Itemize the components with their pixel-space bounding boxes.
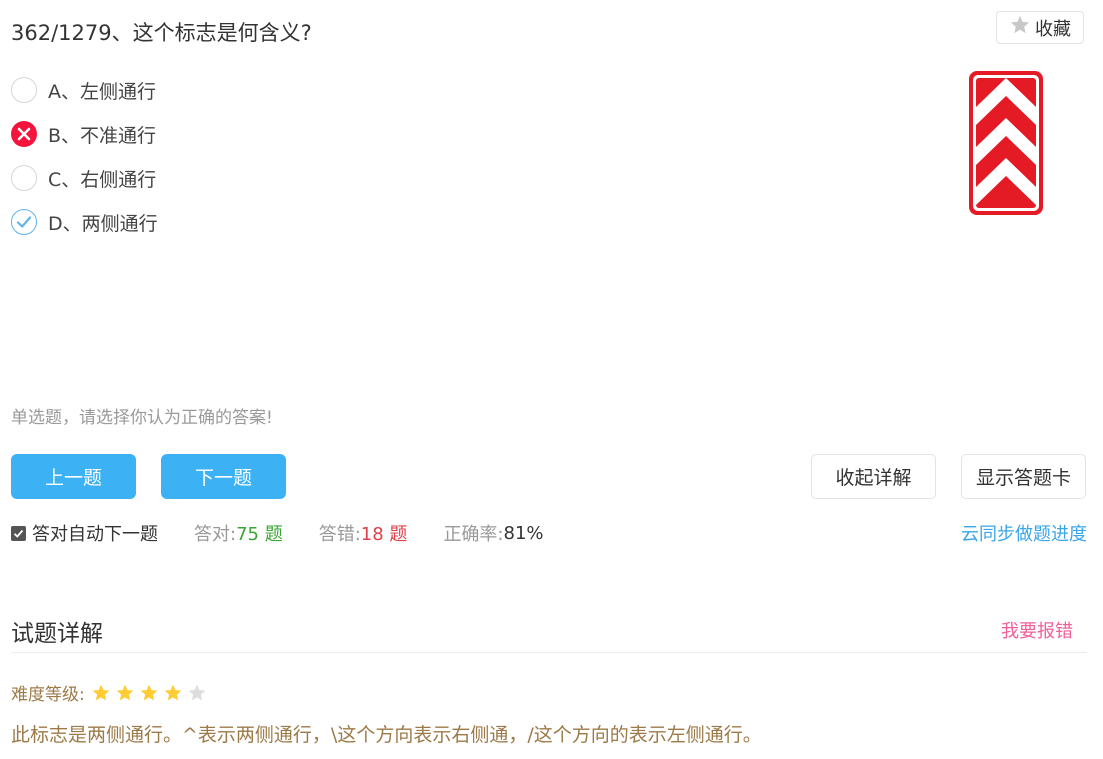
next-question-button[interactable]: 下一题: [161, 454, 286, 499]
favorite-label: 收藏: [1035, 18, 1071, 40]
auto-next-label[interactable]: 答对自动下一题: [32, 520, 158, 546]
option-label: C、右侧通行: [48, 168, 157, 191]
traffic-sign-image: [924, 63, 1088, 223]
star-empty-icon: [188, 684, 206, 700]
favorite-button[interactable]: 收藏: [996, 11, 1084, 44]
option-c[interactable]: C、右侧通行: [11, 164, 158, 192]
difficulty-rating: 难度等级:: [11, 680, 207, 705]
radio-empty-icon: [11, 165, 37, 191]
option-b[interactable]: B、不准通行: [11, 120, 158, 148]
wrong-count-label: 答错:: [318, 524, 361, 545]
cloud-sync-link[interactable]: 云同步做题进度: [961, 520, 1087, 546]
section-divider: [11, 652, 1087, 653]
accuracy-value: 81%: [503, 522, 544, 544]
radio-empty-icon: [11, 77, 37, 103]
prev-question-button[interactable]: 上一题: [11, 454, 136, 499]
detail-section-title: 试题详解: [11, 621, 103, 647]
question-title: 362/1279、这个标志是何含义?: [11, 21, 312, 45]
star-filled-icon: [140, 684, 158, 700]
option-label: A、左侧通行: [48, 80, 156, 103]
star-icon: [1009, 14, 1031, 41]
star-filled-icon: [92, 684, 110, 700]
chevron-traffic-sign: [969, 71, 1043, 215]
wrong-count-value: 18 题: [360, 524, 408, 545]
difficulty-stars: [91, 683, 207, 703]
difficulty-label: 难度等级:: [11, 685, 85, 705]
wrong-icon: [11, 121, 37, 147]
correct-count-value: 75 题: [236, 524, 283, 545]
option-d[interactable]: D、两侧通行: [11, 208, 158, 236]
explanation-text: 此标志是两侧通行。^表示两侧通行，\这个方向表示右侧通，/这个方向的表示左侧通行…: [11, 724, 762, 746]
auto-next-checkbox[interactable]: [11, 525, 26, 541]
option-a[interactable]: A、左侧通行: [11, 76, 158, 104]
star-filled-icon: [164, 684, 182, 700]
show-answer-card-button[interactable]: 显示答题卡: [961, 454, 1086, 499]
collapse-detail-button[interactable]: 收起详解: [811, 454, 936, 499]
question-type-hint: 单选题，请选择你认为正确的答案!: [11, 408, 273, 428]
check-icon: [11, 209, 37, 235]
correct-count-label: 答对:: [194, 524, 237, 545]
stats-bar: 答对自动下一题 答对: 75 题 答错: 18 题 正确率: 81%: [11, 520, 544, 546]
answer-options: A、左侧通行 B、不准通行 C、右侧通行 D、两侧通行: [11, 76, 158, 252]
option-label: D、两侧通行: [48, 212, 158, 235]
accuracy-label: 正确率:: [443, 524, 504, 545]
option-label: B、不准通行: [48, 124, 157, 147]
report-error-link[interactable]: 我要报错: [1001, 617, 1073, 643]
star-filled-icon: [116, 684, 134, 700]
